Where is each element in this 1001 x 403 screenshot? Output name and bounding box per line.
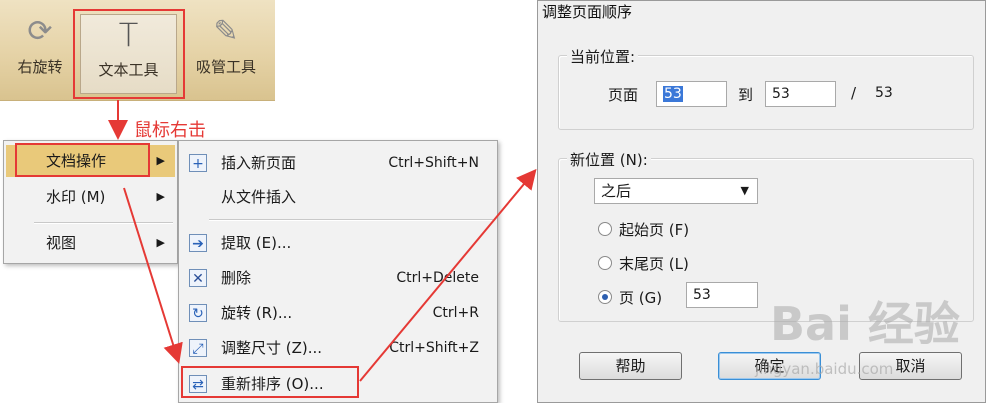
to-page-value: 53 (772, 86, 790, 102)
from-page-field[interactable]: 53 (656, 81, 727, 107)
radio-page[interactable] (598, 290, 612, 304)
from-page-value: 53 (663, 86, 683, 102)
arrow-to-reorder (123, 187, 183, 364)
target-page-field[interactable]: 53 (686, 282, 758, 308)
radio-first-page[interactable] (598, 222, 612, 236)
radio-page-label: 页 (G) (619, 289, 663, 307)
current-position-legend: 当前位置: (567, 46, 639, 67)
radio-last-page[interactable] (598, 256, 612, 270)
chevron-down-icon: ▼ (740, 184, 749, 197)
to-label: 到 (738, 86, 754, 104)
position-select-value: 之后 (601, 182, 632, 200)
help-button[interactable]: 帮助 (579, 352, 682, 380)
dialog-title: 调整页面顺序 (542, 3, 633, 21)
arrow-to-dialog (359, 168, 537, 382)
to-page-field[interactable]: 53 (765, 81, 836, 107)
new-position-legend: 新位置 (N): (567, 149, 651, 170)
slash-label: / (851, 84, 857, 102)
target-page-value: 53 (693, 287, 711, 303)
page-range-label: 页面 (608, 86, 639, 104)
radio-first-page-label: 起始页 (F) (619, 221, 690, 239)
radio-last-page-label: 末尾页 (L) (619, 255, 689, 273)
baidu-watermark-url: jingyan.baidu.com (755, 360, 894, 378)
total-pages: 53 (875, 85, 893, 101)
baidu-watermark: Bai 经验 (770, 297, 960, 351)
position-select[interactable]: 之后 ▼ (594, 178, 758, 204)
